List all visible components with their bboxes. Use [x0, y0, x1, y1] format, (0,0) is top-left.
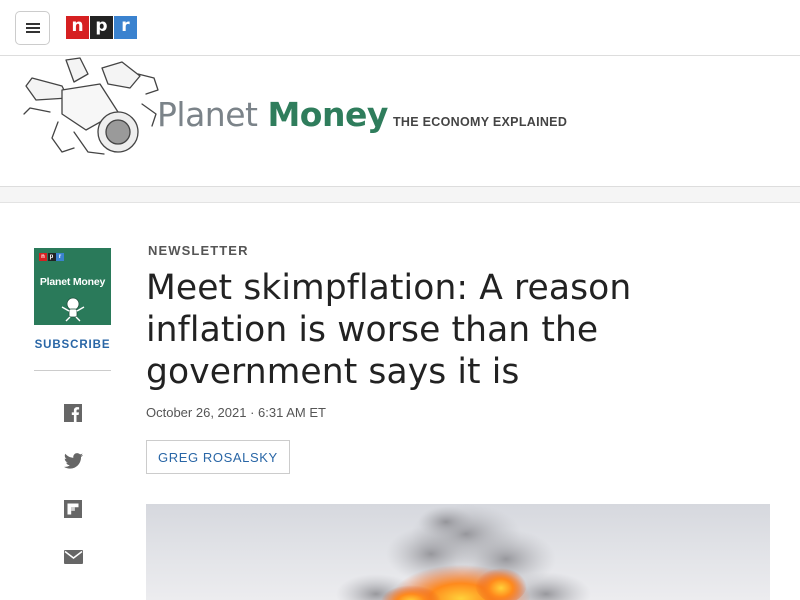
- twitter-icon: [63, 453, 83, 469]
- astronaut-illustration: [23, 57, 159, 155]
- article-dateline: October 26, 2021 · 6:31 AM ET: [146, 405, 326, 420]
- author-byline-button[interactable]: GREG ROSALSKY: [146, 440, 290, 474]
- show-tagline: THE ECONOMY EXPLAINED: [393, 115, 568, 129]
- astronaut-icon: [61, 297, 85, 322]
- email-icon: [63, 550, 83, 564]
- article-hero-image: [146, 504, 770, 600]
- show-brand-header: Planet Money THE ECONOMY EXPLAINED: [0, 56, 800, 187]
- subscribe-button[interactable]: SUBSCRIBE: [34, 339, 111, 351]
- share-email-button[interactable]: [63, 547, 83, 567]
- article-kicker[interactable]: NEWSLETTER: [148, 243, 249, 258]
- hamburger-icon: [25, 23, 40, 33]
- article-headline: Meet skimpflation: A reason inflation is…: [146, 268, 632, 392]
- podcast-tile[interactable]: n p r Planet Money: [34, 248, 111, 325]
- share-twitter-button[interactable]: [63, 451, 83, 471]
- podcast-tile-npr-logo: n p r: [39, 253, 65, 261]
- flipboard-icon: [64, 500, 82, 518]
- facebook-icon: [64, 404, 82, 422]
- tile-logo-n: n: [39, 253, 47, 261]
- npr-logo-p: p: [90, 16, 113, 39]
- podcast-tile-title: Planet Money: [39, 276, 106, 288]
- divider-stripe: [0, 187, 800, 203]
- share-facebook-button[interactable]: [63, 403, 83, 423]
- fire-and-smoke-image: [336, 504, 591, 600]
- rail-divider: [34, 370, 111, 371]
- tile-logo-p: p: [47, 253, 56, 261]
- npr-logo-r: r: [114, 16, 137, 39]
- share-flipboard-button[interactable]: [63, 499, 83, 519]
- npr-logo-n: n: [66, 16, 89, 39]
- menu-button[interactable]: [15, 11, 50, 45]
- show-title-planet: Planet: [157, 95, 258, 134]
- show-title[interactable]: Planet Money: [157, 95, 388, 135]
- npr-logo[interactable]: n p r: [66, 16, 138, 39]
- tile-logo-r: r: [56, 253, 64, 261]
- top-nav: n p r: [0, 0, 800, 56]
- show-title-money: Money: [267, 95, 388, 134]
